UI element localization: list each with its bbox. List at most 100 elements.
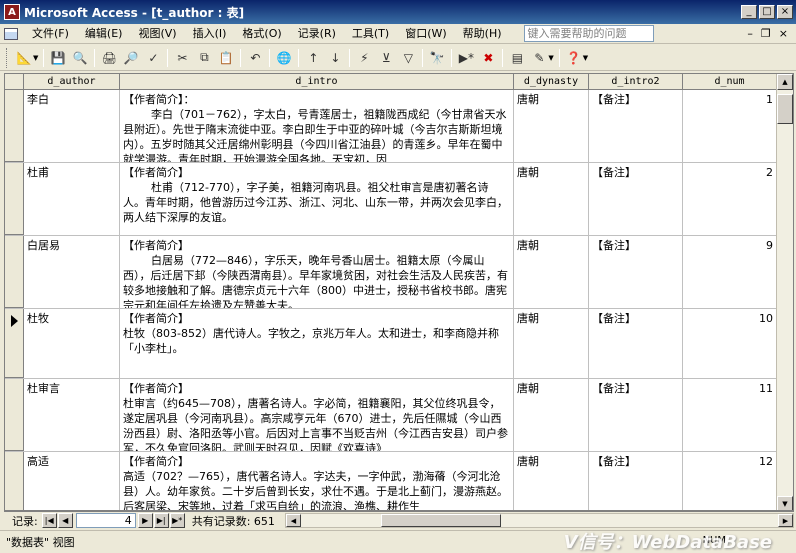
new-object-icon[interactable]: ✎	[529, 48, 549, 68]
close-button[interactable]: ×	[777, 5, 793, 19]
previous-record-button[interactable]: ◀	[57, 513, 73, 528]
horizontal-scrollbar[interactable]: ◀ ▶	[284, 513, 794, 528]
cut-icon[interactable]: ✂	[172, 48, 192, 68]
column-header-d-dynasty[interactable]: d_dynasty	[514, 74, 589, 90]
help-icon[interactable]: ❓	[564, 48, 584, 68]
menu-window[interactable]: 窗口(W)	[397, 25, 454, 43]
document-icon[interactable]	[4, 27, 18, 40]
table-row[interactable]: 李白 【作者简介】： 李白（701－762），字太白，号青莲居士，祖籍陇西成纪（…	[5, 90, 793, 163]
cell-d-intro2[interactable]: 【备注】	[589, 379, 683, 451]
hyperlink-icon[interactable]: 🌐	[274, 48, 294, 68]
record-selector[interactable]	[5, 90, 24, 162]
cell-d-intro[interactable]: 【作者简介】 高适（702？—765），唐代著名诗人。字达夫，一字仲武，渤海蓨（…	[120, 452, 514, 510]
view-icon[interactable]: 📐	[14, 48, 34, 68]
cell-d-num[interactable]: 1	[683, 90, 777, 162]
vertical-scrollbar[interactable]: ▲ ▼	[776, 74, 793, 510]
toolbar-grip[interactable]	[6, 47, 9, 68]
cell-d-dynasty[interactable]: 唐朝	[514, 379, 589, 451]
cell-d-dynasty[interactable]: 唐朝	[514, 90, 589, 162]
cell-d-num[interactable]: 12	[683, 452, 777, 510]
scroll-down-icon[interactable]: ▼	[777, 496, 793, 510]
cell-d-intro[interactable]: 【作者简介】 白居易（772—846），字乐天，晚年号香山居士。祖籍太原（今属山…	[120, 236, 514, 308]
cell-d-intro[interactable]: 【作者简介】 杜甫（712-770），字子美，祖籍河南巩县。祖父杜审言是唐初著名…	[120, 163, 514, 235]
column-header-d-intro[interactable]: d_intro	[120, 74, 514, 90]
sort-descending-icon[interactable]: ↓	[325, 48, 345, 68]
vertical-scroll-thumb[interactable]	[777, 94, 793, 124]
maximize-button[interactable]: □	[759, 5, 775, 19]
sort-ascending-icon[interactable]: ↑	[303, 48, 323, 68]
paste-icon[interactable]: 📋	[216, 48, 236, 68]
scroll-left-icon[interactable]: ◀	[285, 514, 301, 527]
cell-d-intro[interactable]: 【作者简介】 杜牧（803-852）唐代诗人。字牧之，京兆万年人。太和进士，和李…	[120, 309, 514, 378]
cell-d-num[interactable]: 9	[683, 236, 777, 308]
database-window-icon[interactable]: ▤	[507, 48, 527, 68]
cell-d-author[interactable]: 杜甫	[24, 163, 120, 235]
cell-d-dynasty[interactable]: 唐朝	[514, 163, 589, 235]
menu-format[interactable]: 格式(O)	[234, 25, 289, 43]
next-record-button[interactable]: ▶	[137, 513, 153, 528]
table-row[interactable]: 白居易 【作者简介】 白居易（772—846），字乐天，晚年号香山居士。祖籍太原…	[5, 236, 793, 309]
last-record-button[interactable]: ▶|	[153, 513, 169, 528]
cell-d-num[interactable]: 10	[683, 309, 777, 378]
menu-file[interactable]: 文件(F)	[24, 25, 77, 43]
cell-d-author[interactable]: 杜审言	[24, 379, 120, 451]
record-selector[interactable]	[5, 379, 24, 451]
table-row[interactable]: 杜甫 【作者简介】 杜甫（712-770），字子美，祖籍河南巩县。祖父杜审言是唐…	[5, 163, 793, 236]
filter-by-form-icon[interactable]: ⊻	[376, 48, 396, 68]
help-dropdown-icon[interactable]: ▼	[583, 54, 588, 62]
record-selector[interactable]	[5, 236, 24, 308]
doc-close-button[interactable]: ×	[779, 27, 788, 40]
new-object-dropdown-icon[interactable]: ▼	[548, 54, 553, 62]
menu-records[interactable]: 记录(R)	[290, 25, 344, 43]
cell-d-intro2[interactable]: 【备注】	[589, 236, 683, 308]
cell-d-author[interactable]: 高适	[24, 452, 120, 510]
cell-d-intro[interactable]: 【作者简介】： 李白（701－762），字太白，号青莲居士，祖籍陇西成纪（今甘肃…	[120, 90, 514, 162]
minimize-button[interactable]: _	[741, 5, 757, 19]
new-record-button[interactable]: ▶*	[169, 513, 185, 528]
print-preview-icon[interactable]: 🔎	[121, 48, 141, 68]
delete-record-icon[interactable]: ✖	[478, 48, 498, 68]
cell-d-intro2[interactable]: 【备注】	[589, 90, 683, 162]
record-selector[interactable]	[5, 309, 24, 378]
first-record-button[interactable]: |◀	[41, 513, 57, 528]
scroll-right-icon[interactable]: ▶	[778, 514, 793, 527]
table-row-current[interactable]: 杜牧 【作者简介】 杜牧（803-852）唐代诗人。字牧之，京兆万年人。太和进士…	[5, 309, 793, 379]
table-row[interactable]: 高适 【作者简介】 高适（702？—765），唐代著名诗人。字达夫，一字仲武，渤…	[5, 452, 793, 510]
search-icon[interactable]: 🔍	[70, 48, 90, 68]
apply-filter-icon[interactable]: ▽	[398, 48, 418, 68]
view-dropdown-icon[interactable]: ▼	[33, 54, 38, 62]
cell-d-intro2[interactable]: 【备注】	[589, 309, 683, 378]
cell-d-num[interactable]: 2	[683, 163, 777, 235]
cell-d-intro[interactable]: 【作者简介】 杜审言（约645—708），唐著名诗人。字必简，祖籍襄阳，其父位终…	[120, 379, 514, 451]
menu-edit[interactable]: 编辑(E)	[77, 25, 131, 43]
horizontal-scroll-thumb[interactable]	[380, 514, 501, 527]
cell-d-num[interactable]: 11	[683, 379, 777, 451]
cell-d-intro2[interactable]: 【备注】	[589, 452, 683, 510]
copy-icon[interactable]: ⧉	[194, 48, 214, 68]
undo-icon[interactable]: ↶	[245, 48, 265, 68]
cell-d-author[interactable]: 李白	[24, 90, 120, 162]
scroll-up-icon[interactable]: ▲	[777, 74, 793, 90]
menu-tools[interactable]: 工具(T)	[344, 25, 397, 43]
menu-help[interactable]: 帮助(H)	[455, 25, 510, 43]
column-header-d-num[interactable]: d_num	[683, 74, 777, 90]
cell-d-author[interactable]: 杜牧	[24, 309, 120, 378]
spellcheck-icon[interactable]: ✓	[143, 48, 163, 68]
doc-minimize-button[interactable]: –	[747, 27, 753, 40]
table-row[interactable]: 杜审言 【作者简介】 杜审言（约645—708），唐著名诗人。字必简，祖籍襄阳，…	[5, 379, 793, 452]
record-selector[interactable]	[5, 452, 24, 510]
cell-d-author[interactable]: 白居易	[24, 236, 120, 308]
record-number-input[interactable]: 4	[75, 513, 136, 528]
new-record-icon[interactable]: ▶*	[456, 48, 476, 68]
cell-d-dynasty[interactable]: 唐朝	[514, 452, 589, 510]
menu-view[interactable]: 视图(V)	[130, 25, 184, 43]
cell-d-dynasty[interactable]: 唐朝	[514, 236, 589, 308]
print-icon[interactable]: 🖨	[99, 48, 119, 68]
help-search-input[interactable]: 键入需要帮助的问题	[523, 25, 654, 42]
filter-by-selection-icon[interactable]: ⚡	[354, 48, 374, 68]
cell-d-intro2[interactable]: 【备注】	[589, 163, 683, 235]
column-header-d-intro2[interactable]: d_intro2	[589, 74, 683, 90]
find-icon[interactable]: 🔭	[427, 48, 447, 68]
record-selector[interactable]	[5, 163, 24, 235]
doc-restore-button[interactable]: ❐	[761, 27, 771, 40]
